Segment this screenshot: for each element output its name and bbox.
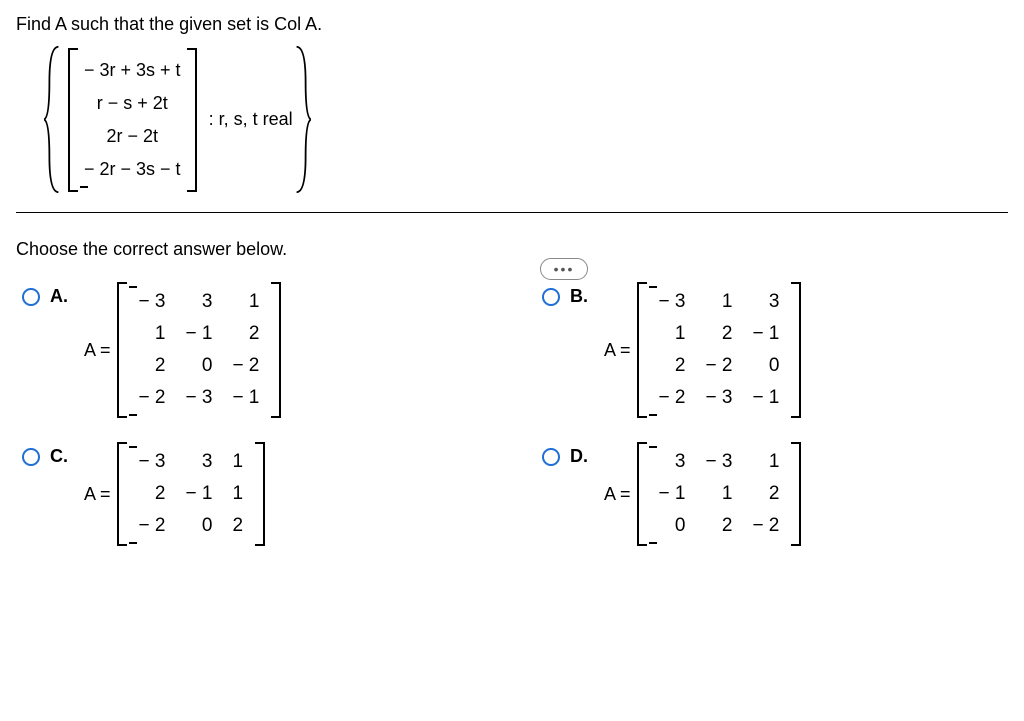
- option-label: C.: [50, 446, 72, 467]
- radio-a[interactable]: [22, 288, 40, 306]
- set-condition: : r, s, t real: [209, 109, 293, 130]
- option-label: D.: [570, 446, 592, 467]
- radio-c[interactable]: [22, 448, 40, 466]
- option-d-matrix: 3− 31 − 112 02− 2: [637, 442, 802, 546]
- matrix-lhs: A =: [604, 484, 631, 505]
- option-b-matrix: − 313 12− 1 2− 20 − 2− 3− 1: [637, 282, 802, 418]
- option-a-matrix: − 331 1− 12 20− 2 − 2− 3− 1: [117, 282, 282, 418]
- instruction-text: Choose the correct answer below.: [16, 239, 1008, 260]
- option-label: B.: [570, 286, 592, 307]
- more-button[interactable]: •••: [540, 258, 588, 280]
- divider: [16, 212, 1008, 213]
- option-a[interactable]: A. A = − 331 1− 12 20− 2 − 2− 3− 1: [22, 282, 482, 418]
- matrix-lhs: A =: [604, 340, 631, 361]
- radio-d[interactable]: [542, 448, 560, 466]
- left-brace-icon: [44, 45, 62, 194]
- option-d[interactable]: D. A = 3− 31 − 112 02− 2: [542, 442, 1002, 546]
- matrix-lhs: A =: [84, 484, 111, 505]
- vector-row: − 3r + 3s + t: [80, 54, 185, 87]
- column-vector: − 3r + 3s + t r − s + 2t 2r − 2t − 2r − …: [68, 48, 197, 192]
- option-c-equation: A = − 331 2− 11 − 202: [84, 442, 265, 546]
- option-d-equation: A = 3− 31 − 112 02− 2: [604, 442, 801, 546]
- option-a-equation: A = − 331 1− 12 20− 2 − 2− 3− 1: [84, 282, 281, 418]
- option-b[interactable]: B. A = − 313 12− 1 2− 20 − 2− 3− 1: [542, 282, 1002, 418]
- set-definition: − 3r + 3s + t r − s + 2t 2r − 2t − 2r − …: [44, 45, 1008, 194]
- right-brace-icon: [293, 45, 311, 194]
- question-text: Find A such that the given set is Col A.: [16, 14, 1008, 35]
- option-label: A.: [50, 286, 72, 307]
- option-c[interactable]: C. A = − 331 2− 11 − 202: [22, 442, 482, 546]
- radio-b[interactable]: [542, 288, 560, 306]
- vector-row: r − s + 2t: [80, 87, 185, 120]
- option-b-equation: A = − 313 12− 1 2− 20 − 2− 3− 1: [604, 282, 801, 418]
- vector-row: − 2r − 3s − t: [80, 153, 185, 186]
- options-grid: A. A = − 331 1− 12 20− 2 − 2− 3− 1 B. A …: [16, 282, 1008, 546]
- matrix-lhs: A =: [84, 340, 111, 361]
- vector-row: 2r − 2t: [80, 120, 185, 153]
- option-c-matrix: − 331 2− 11 − 202: [117, 442, 265, 546]
